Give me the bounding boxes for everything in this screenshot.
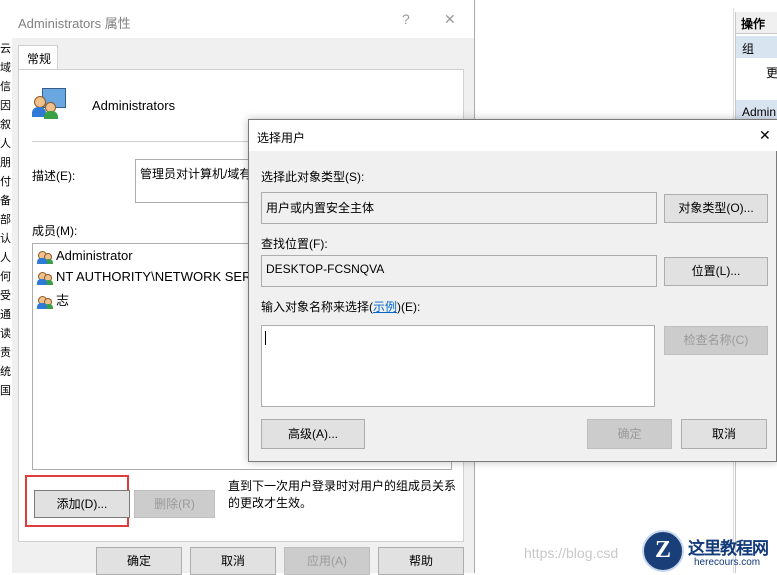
background-strip-char: 认 <box>0 233 11 245</box>
background-strip-char: 统 <box>0 366 11 378</box>
object-types-button[interactable]: 对象类型(O)... <box>664 194 768 223</box>
object-names-input[interactable] <box>261 325 655 407</box>
apply-button[interactable]: 应用(A) <box>284 547 370 575</box>
check-names-button[interactable]: 检查名称(C) <box>664 326 768 355</box>
background-strip-char: 域 <box>0 62 11 74</box>
group-icon <box>32 86 66 120</box>
background-strip-char: 通 <box>0 309 11 321</box>
select-users-ok-button[interactable]: 确定 <box>587 419 672 449</box>
object-type-field: 用户或内置安全主体 <box>261 192 657 224</box>
user-group-icon <box>37 250 53 264</box>
location-field: DESKTOP-FCSNQVA <box>261 255 657 287</box>
site-logo: Z <box>642 530 684 572</box>
actions-more-item[interactable]: 更 <box>766 64 777 81</box>
select-users-cancel-button[interactable]: 取消 <box>681 419 767 449</box>
help-icon[interactable]: ? <box>402 11 410 27</box>
remove-button[interactable]: 删除(R) <box>134 490 215 518</box>
background-strip-char: 何 <box>0 271 11 283</box>
tab-general[interactable]: 常规 <box>18 45 58 69</box>
advanced-button[interactable]: 高级(A)... <box>261 419 365 449</box>
background-strip-char: 人 <box>0 252 11 264</box>
background-strip-char: 信 <box>0 81 11 93</box>
examples-link[interactable]: 示例 <box>373 300 397 314</box>
actions-header: 操作 <box>736 12 777 34</box>
ok-button[interactable]: 确定 <box>96 547 182 575</box>
background-strip-char: 受 <box>0 290 11 302</box>
help-button[interactable]: 帮助 <box>378 547 464 575</box>
select-users-title: 选择用户 <box>257 131 306 145</box>
background-strip-char: 读 <box>0 328 11 340</box>
user-group-icon <box>37 295 53 309</box>
blog-watermark: https://blog.csd <box>524 545 619 561</box>
background-strip-char: 因 <box>0 100 11 112</box>
add-button[interactable]: 添加(D)... <box>34 490 130 518</box>
background-strip-char: 叙 <box>0 119 11 131</box>
background-strip-char: 责 <box>0 347 11 359</box>
group-name: Administrators <box>92 98 176 113</box>
background-strip-char: 付 <box>0 176 11 188</box>
locations-button[interactable]: 位置(L)... <box>664 257 768 286</box>
site-name-en: herecours.com <box>694 557 761 568</box>
names-label: 输入对象名称来选择(示例)(E): <box>261 300 421 314</box>
select-users-title-bar: 选择用户 ✕ <box>249 120 777 151</box>
actions-group-header[interactable]: 组 <box>736 36 777 58</box>
location-label: 查找位置(F): <box>261 237 328 251</box>
text-caret <box>265 331 266 345</box>
background-strip-char: 人 <box>0 138 11 150</box>
background-strip-char: 朋 <box>0 157 11 169</box>
background-strip-char: 备 <box>0 195 11 207</box>
select-users-close-icon[interactable]: ✕ <box>759 127 771 144</box>
description-label: 描述(E): <box>32 169 76 183</box>
cancel-button[interactable]: 取消 <box>190 547 276 575</box>
membership-note: 直到下一次用户登录时对用户的组成员关系的更改才生效。 <box>228 479 457 510</box>
members-label: 成员(M): <box>32 224 78 238</box>
dialog-title-bar: Administrators 属性 ? ✕ <box>12 0 474 38</box>
object-type-label: 选择此对象类型(S): <box>261 170 365 184</box>
site-name-cn: 这里教程网 <box>688 539 769 559</box>
dialog-title: Administrators 属性 <box>18 16 131 31</box>
background-strip-char: 云 <box>0 43 11 55</box>
close-icon[interactable]: ✕ <box>444 11 456 28</box>
site-logo-letter: Z <box>655 537 672 563</box>
select-users-dialog: 选择用户 ✕ 选择此对象类型(S): 用户或内置安全主体 对象类型(O)... … <box>248 119 777 462</box>
background-strip-char: 国 <box>0 385 11 397</box>
user-group-icon <box>37 271 53 285</box>
background-strip-char: 部 <box>0 214 11 226</box>
